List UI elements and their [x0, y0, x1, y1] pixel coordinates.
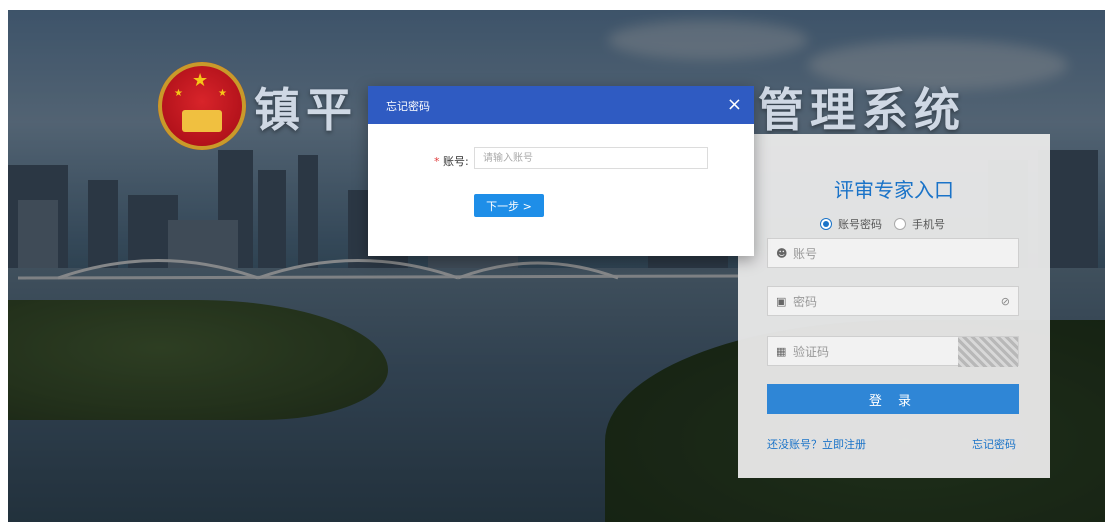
lock-icon: ▣ — [776, 294, 787, 308]
forgot-password-modal: 忘记密码 × * 账号: 下一步 > — [368, 86, 754, 256]
eye-off-icon[interactable]: ⊘ — [1001, 295, 1010, 308]
modal-title: 忘记密码 — [386, 100, 430, 113]
modal-header: 忘记密码 × — [368, 86, 754, 124]
radio-account-password-label: 账号密码 — [838, 218, 882, 231]
account-placeholder: 账号 — [793, 246, 818, 261]
image-icon: ▦ — [776, 344, 787, 358]
forgot-password-link[interactable]: 忘记密码 — [972, 436, 1016, 452]
close-icon[interactable]: × — [727, 94, 742, 115]
national-emblem-icon: ★ ★ ★ — [158, 62, 246, 150]
login-button[interactable]: 登 录 — [767, 384, 1019, 414]
account-input[interactable]: ☻ 账号 — [767, 238, 1019, 268]
modal-account-input[interactable] — [474, 147, 708, 169]
password-input[interactable]: ▣ 密码 ⊘ — [767, 286, 1019, 316]
next-step-button[interactable]: 下一步 > — [474, 194, 544, 217]
radio-account-password[interactable] — [820, 218, 832, 230]
captcha-input[interactable]: ▦ 验证码 — [767, 336, 1019, 367]
register-link[interactable]: 还没账号？立即注册 — [767, 436, 866, 452]
captcha-placeholder: 验证码 — [793, 344, 830, 359]
radio-phone[interactable] — [894, 218, 906, 230]
required-mark: * — [434, 155, 440, 168]
login-card: 评审专家入口 账号密码 手机号 ☻ 账号 ▣ 密码 ⊘ ▦ 验证码 登 录 还没… — [738, 134, 1050, 478]
system-title: 镇平 管理系统 — [254, 74, 960, 140]
login-heading: 评审专家入口 — [834, 178, 954, 202]
account-field-label: * 账号: — [434, 153, 469, 169]
login-type-selector: 账号密码 手机号 — [820, 216, 945, 232]
radio-phone-label: 手机号 — [912, 218, 945, 231]
account-label-text: 账号: — [443, 155, 469, 168]
captcha-image[interactable] — [958, 337, 1018, 367]
user-icon: ☻ — [776, 246, 788, 260]
system-title-left: 镇平 — [254, 83, 358, 137]
password-placeholder: 密码 — [793, 294, 818, 309]
system-title-right: 管理系统 — [758, 83, 966, 137]
